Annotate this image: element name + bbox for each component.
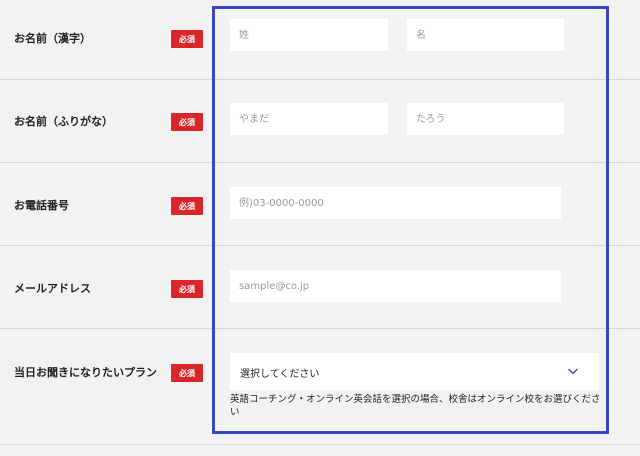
required-badge: 必須 — [171, 280, 203, 298]
name-kana-label: お名前（ふりがな） — [14, 115, 113, 128]
plan-select[interactable]: 選択してください — [230, 353, 599, 390]
plan-note: 英語コーチング・オンライン英会話を選択の場合、校舎はオンライン校をお選びください — [230, 394, 601, 418]
last-name-kana-input[interactable] — [230, 103, 388, 135]
last-name-kanji-input[interactable] — [230, 19, 388, 51]
plan-select-value: 選択してください — [240, 369, 320, 380]
form-row-phone: お電話番号 必須 — [0, 163, 640, 246]
form-row-name-kana: お名前（ふりがな） 必須 — [0, 80, 640, 163]
required-badge: 必須 — [171, 364, 203, 382]
required-badge: 必須 — [171, 113, 203, 131]
form-row-email: メールアドレス 必須 — [0, 246, 640, 329]
plan-label: 当日お聞きになりたいプラン — [14, 366, 157, 379]
required-badge: 必須 — [171, 30, 203, 48]
phone-label: お電話番号 — [14, 199, 69, 212]
email-input[interactable] — [230, 270, 561, 302]
required-badge: 必須 — [171, 197, 203, 215]
form-row-plan: 当日お聞きになりたいプラン 必須 選択してください 英語コーチング・オンライン英… — [0, 329, 640, 445]
contact-form: お名前（漢字） 必須 お名前（ふりがな） 必須 お電話番号 必須 メールアドレス… — [0, 0, 640, 456]
form-row-name-kanji: お名前（漢字） 必須 — [0, 0, 640, 80]
name-kanji-label: お名前（漢字） — [14, 32, 91, 45]
email-label: メールアドレス — [14, 282, 91, 295]
chevron-down-icon — [568, 368, 578, 375]
first-name-kanji-input[interactable] — [407, 19, 564, 51]
first-name-kana-input[interactable] — [407, 103, 564, 135]
phone-input[interactable] — [230, 187, 561, 219]
